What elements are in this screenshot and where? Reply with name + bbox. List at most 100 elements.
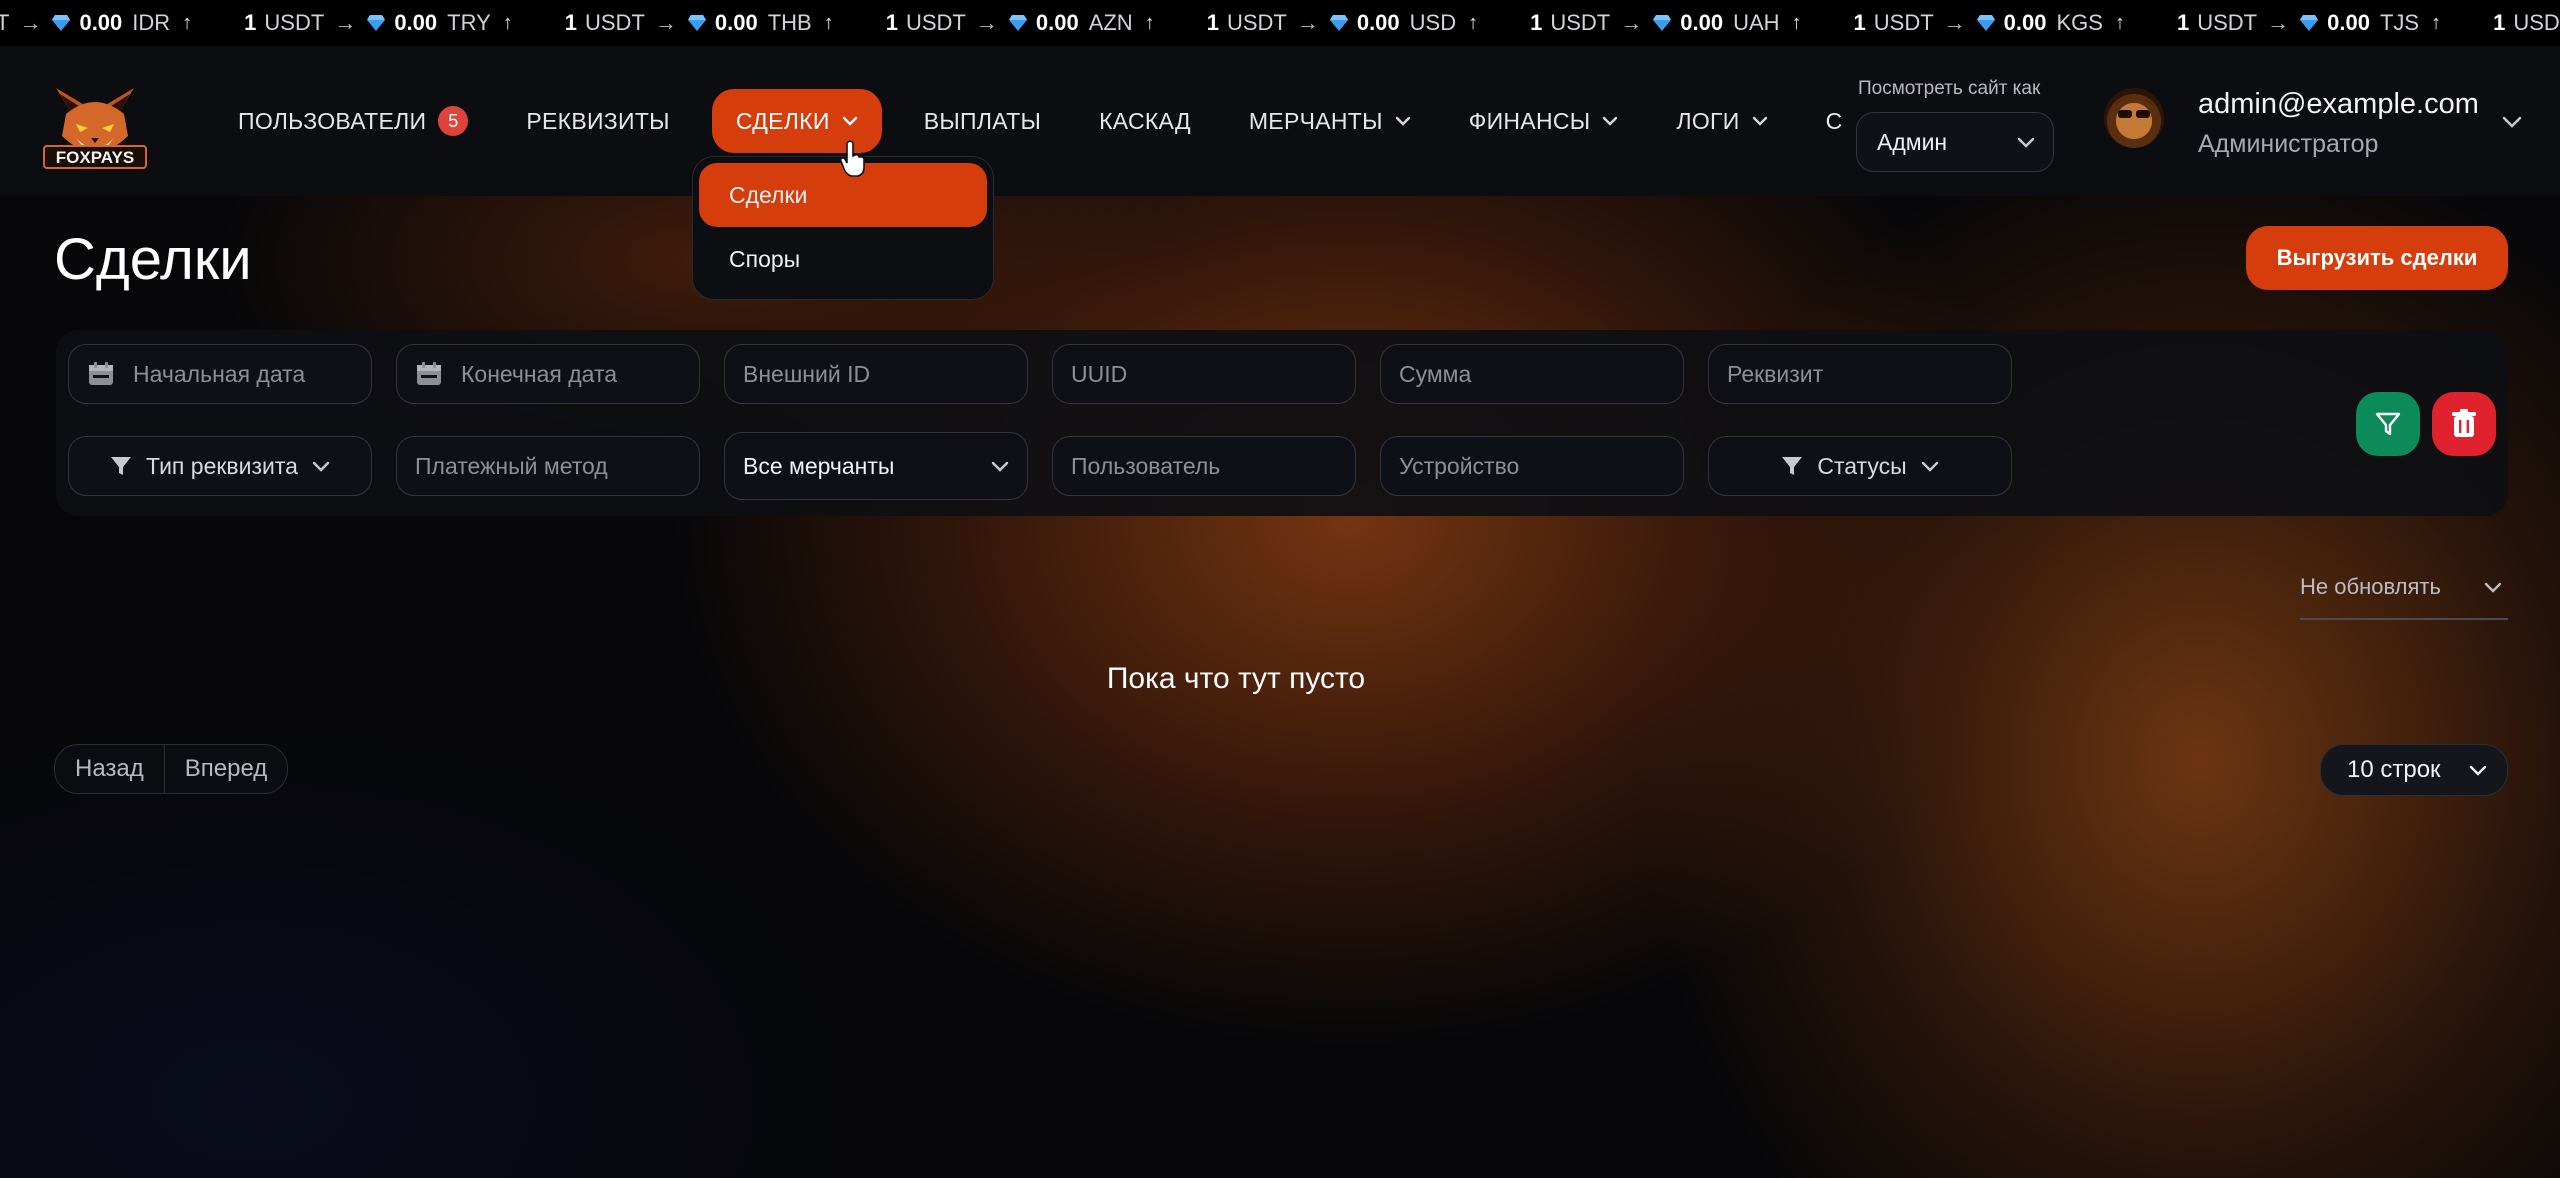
ticker-amount: 1 bbox=[244, 10, 257, 35]
svg-text:FOXPAYS: FOXPAYS bbox=[56, 148, 134, 167]
statuses-filter[interactable]: Статусы bbox=[1708, 436, 2012, 496]
ticker-item: 1 USDT → 0.00 TRY ↑ bbox=[244, 10, 513, 36]
ticker-value: 0.00 bbox=[1680, 10, 1724, 35]
funnel-icon bbox=[2375, 412, 2401, 436]
diamond-icon bbox=[1329, 15, 1348, 31]
ticker-item: 1 USDT bbox=[2493, 10, 2560, 36]
nav-item[interactable]: ПОЛЬЗОВАТЕЛИ 5 bbox=[222, 89, 484, 153]
ticker-base: USDT bbox=[264, 10, 325, 35]
arrow-right-icon: → bbox=[334, 10, 357, 35]
ticker-value: 0.00 bbox=[714, 10, 758, 35]
diamond-icon bbox=[1008, 15, 1027, 31]
payment-method-input[interactable]: Платежный метод bbox=[396, 436, 700, 496]
clear-filters-button[interactable] bbox=[2432, 392, 2496, 456]
nav-item[interactable]: КАСКАД bbox=[1083, 89, 1207, 153]
empty-state-message: Пока что тут пусто bbox=[1106, 662, 1366, 695]
chevron-down-icon bbox=[1752, 116, 1767, 126]
rows-per-page-value: 10 строк bbox=[2347, 756, 2441, 783]
nav-item[interactable]: МЕРЧАНТЫ bbox=[1233, 89, 1427, 153]
user-placeholder: Пользователь bbox=[1071, 452, 1221, 479]
rows-per-page-select[interactable]: 10 строк bbox=[2320, 744, 2508, 796]
uuid-input[interactable]: UUID bbox=[1052, 344, 1356, 404]
chevron-down-icon bbox=[312, 461, 330, 472]
arrow-right-icon: → bbox=[19, 10, 42, 35]
requisite-type-filter[interactable]: Тип реквизита bbox=[68, 436, 372, 496]
ticker-currency: TRY bbox=[447, 10, 491, 35]
foxpays-logo[interactable]: FOXPAYS bbox=[36, 80, 154, 176]
prev-page-button[interactable]: Назад bbox=[55, 745, 164, 793]
next-page-button[interactable]: Вперед bbox=[165, 745, 288, 793]
ticker-base: USDT bbox=[2197, 10, 2258, 35]
hand-cursor-icon bbox=[840, 140, 865, 177]
external-id-input[interactable]: Внешний ID bbox=[724, 344, 1028, 404]
diamond-icon bbox=[1653, 15, 1672, 31]
view-as-label: Посмотреть сайт как bbox=[1858, 78, 2041, 99]
nav-item[interactable]: С bbox=[1810, 89, 1859, 153]
start-date-field[interactable]: Начальная дата bbox=[68, 344, 372, 404]
ticker-value: 0.00 bbox=[2003, 10, 2047, 35]
merchants-select[interactable]: Все мерчанты bbox=[724, 432, 1028, 500]
requisite-input[interactable]: Реквизит bbox=[1708, 344, 2012, 404]
external-id-placeholder: Внешний ID bbox=[743, 360, 871, 387]
ticker-value: 0.00 bbox=[2327, 10, 2370, 35]
diamond-icon bbox=[367, 15, 386, 31]
ticker-item: 1 USDT → 0.00 KGS ↑ bbox=[1854, 10, 2125, 36]
ticker-item: 1 USDT → 0.00 USD ↑ bbox=[1207, 10, 1478, 36]
ticker-amount: 1 bbox=[885, 10, 898, 35]
arrow-up-icon: ↑ bbox=[2114, 11, 2125, 34]
device-input[interactable]: Устройство bbox=[1380, 436, 1684, 496]
view-as-select[interactable]: Админ bbox=[1856, 112, 2054, 172]
ticker-amount: 1 bbox=[1206, 10, 1219, 35]
calendar-icon bbox=[89, 362, 113, 385]
ticker-currency: TJS bbox=[2379, 10, 2420, 35]
avatar[interactable] bbox=[2104, 88, 2164, 148]
amount-placeholder: Сумма bbox=[1399, 360, 1472, 387]
auto-refresh-select[interactable]: Не обновлять bbox=[2300, 556, 2508, 620]
arrow-right-icon: → bbox=[654, 10, 677, 35]
chevron-down-icon bbox=[2484, 582, 2502, 593]
amount-input[interactable]: Сумма bbox=[1380, 344, 1684, 404]
diamond-icon bbox=[1976, 15, 1995, 31]
apply-filter-button[interactable] bbox=[2356, 392, 2420, 456]
diamond-icon bbox=[687, 15, 706, 31]
pagination: Назад Вперед bbox=[54, 744, 289, 794]
arrow-up-icon: ↑ bbox=[1791, 11, 1802, 34]
nav-item[interactable]: ЛОГИ bbox=[1660, 89, 1783, 153]
ticker-base: USDT bbox=[1550, 10, 1611, 35]
chevron-down-icon bbox=[1395, 116, 1410, 126]
user-email[interactable]: admin@example.com bbox=[2198, 88, 2479, 121]
nav-item[interactable]: РЕКВИЗИТЫ bbox=[510, 89, 686, 153]
ticker-base: USDT bbox=[1873, 10, 1934, 35]
chevron-down-icon bbox=[2017, 137, 2035, 148]
nav-item[interactable]: ВЫПЛАТЫ bbox=[908, 89, 1057, 153]
arrow-up-icon: ↑ bbox=[1144, 11, 1155, 34]
arrow-up-icon: ↑ bbox=[182, 11, 193, 34]
chevron-down-icon bbox=[1603, 116, 1618, 126]
chevron-down-icon[interactable] bbox=[2502, 116, 2522, 128]
ticker-value: 0.00 bbox=[79, 10, 123, 35]
dropdown-item-disputes[interactable]: Споры bbox=[699, 227, 987, 291]
ticker-value: 0.00 bbox=[394, 10, 438, 35]
main-nav: ПОЛЬЗОВАТЕЛИ 5 РЕКВИЗИТЫ СДЕЛКИ ВЫПЛАТЫ КАСКА… bbox=[222, 46, 1885, 196]
nav-item-label: ПОЛЬЗОВАТЕЛИ bbox=[238, 107, 427, 134]
user-role: Администратор bbox=[2198, 130, 2379, 158]
arrow-right-icon: → bbox=[1943, 10, 1966, 35]
chevron-down-icon bbox=[842, 116, 857, 126]
chevron-down-icon bbox=[2469, 765, 2487, 776]
ticker-amount: 1 bbox=[1530, 10, 1543, 35]
filter-panel: Начальная дата Конечная дата Внешний ID … bbox=[56, 330, 2508, 516]
ticker-amount: 1 bbox=[2176, 10, 2190, 35]
trash-icon bbox=[2452, 409, 2476, 437]
ticker-item: 1 USDT → 0.00 TJS ↑ bbox=[2177, 10, 2441, 36]
ticker-currency: IDR bbox=[132, 10, 171, 35]
ticker-currency: AZN bbox=[1088, 10, 1133, 35]
end-date-field[interactable]: Конечная дата bbox=[396, 344, 700, 404]
nav-item-label: ВЫПЛАТЫ bbox=[923, 107, 1042, 134]
export-deals-button[interactable]: Выгрузить сделки bbox=[2246, 226, 2508, 290]
ticker-item: T → 0.00 IDR ↑ bbox=[0, 10, 192, 36]
nav-item[interactable]: ФИНАНСЫ bbox=[1453, 89, 1635, 153]
top-navbar: FOXPAYS ПОЛЬЗОВАТЕЛИ 5 РЕКВИЗИТЫ СДЕЛКИ ВЫПЛ… bbox=[0, 46, 2560, 196]
nav-item-label: МЕРЧАНТЫ bbox=[1248, 107, 1383, 134]
ticker-currency: THB bbox=[767, 10, 812, 35]
user-input[interactable]: Пользователь bbox=[1052, 436, 1356, 496]
